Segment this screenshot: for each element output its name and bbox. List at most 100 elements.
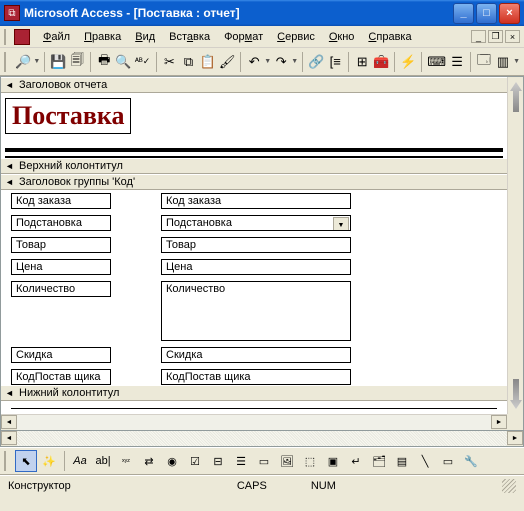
field-quantity[interactable]: Количество bbox=[161, 281, 351, 341]
image-tool[interactable]: 🖼 bbox=[276, 450, 298, 472]
scroll-up-icon[interactable] bbox=[510, 82, 522, 112]
button-tool[interactable]: ▭ bbox=[253, 450, 275, 472]
menu-help-label: правка bbox=[376, 31, 411, 43]
properties-button[interactable]: ☰ bbox=[448, 51, 466, 73]
vertical-scrollbar[interactable] bbox=[507, 77, 523, 414]
section-marker-icon: ◄ bbox=[5, 80, 15, 90]
toggle-tool[interactable]: ⇄ bbox=[138, 450, 160, 472]
code-button[interactable]: ⌨ bbox=[426, 51, 447, 73]
db-window-button[interactable]: 🗔 bbox=[475, 51, 493, 73]
label-order-code[interactable]: Код заказа bbox=[11, 193, 111, 209]
maximize-button[interactable]: □ bbox=[476, 3, 497, 24]
sorting-button[interactable]: [≡ bbox=[326, 51, 344, 73]
option-tool[interactable]: ◉ bbox=[161, 450, 183, 472]
new-object-button[interactable]: ▥ bbox=[494, 51, 512, 73]
scroll-down-icon[interactable] bbox=[510, 379, 522, 409]
field-list-button[interactable]: ⊞ bbox=[353, 51, 371, 73]
field-product[interactable]: Товар bbox=[161, 237, 351, 253]
rectangle-tool[interactable]: ▭ bbox=[437, 450, 459, 472]
footer-line[interactable] bbox=[11, 408, 497, 409]
menu-format[interactable]: Формат bbox=[217, 29, 270, 45]
menubar-grip[interactable] bbox=[4, 29, 10, 45]
textbox-tool[interactable]: ab| bbox=[92, 450, 114, 472]
page-footer-bar[interactable]: ◄ Нижний колонтитул bbox=[1, 385, 507, 401]
label-tool[interactable]: Aa bbox=[69, 450, 91, 472]
scroll-track[interactable] bbox=[17, 415, 491, 430]
toolbar-grip[interactable] bbox=[4, 52, 9, 72]
autoformat-button[interactable]: ⚡ bbox=[399, 51, 417, 73]
menu-tools[interactable]: Сервис bbox=[270, 29, 322, 45]
label-supplier-code[interactable]: КодПостав щика bbox=[11, 369, 111, 385]
group-header-bar[interactable]: ◄ Заголовок группы 'Код' bbox=[1, 174, 507, 190]
paste-button[interactable]: 📋 bbox=[199, 51, 217, 73]
line-tool[interactable]: ╲ bbox=[414, 450, 436, 472]
listbox-tool[interactable]: ☰ bbox=[230, 450, 252, 472]
more-tool[interactable]: 🔧 bbox=[460, 450, 482, 472]
menu-window[interactable]: Окно bbox=[322, 29, 362, 45]
label-quantity[interactable]: Количество bbox=[11, 281, 111, 297]
close-button[interactable]: × bbox=[499, 3, 520, 24]
menu-help[interactable]: Справка bbox=[361, 29, 418, 45]
outer-horizontal-scrollbar[interactable]: ◄ ► bbox=[0, 431, 524, 447]
divider-line[interactable] bbox=[5, 148, 503, 152]
field-order-code[interactable]: Код заказа bbox=[161, 193, 351, 209]
field-discount[interactable]: Скидка bbox=[161, 347, 351, 363]
label-substitution[interactable]: Подстановка bbox=[11, 215, 111, 231]
redo-button[interactable]: ↷ bbox=[272, 51, 290, 73]
mdi-restore-button[interactable]: ❐ bbox=[488, 30, 503, 43]
pagebreak-tool[interactable]: ↵ bbox=[345, 450, 367, 472]
checkbox-tool[interactable]: ☑ bbox=[184, 450, 206, 472]
unbound-frame-tool[interactable]: ⬚ bbox=[299, 450, 321, 472]
page-header-bar[interactable]: ◄ Верхний колонтитул bbox=[1, 158, 507, 174]
field-substitution[interactable]: Подстановка bbox=[161, 215, 351, 231]
scroll-right-button[interactable]: ► bbox=[507, 431, 523, 445]
format-painter-button[interactable]: 🖌 bbox=[218, 51, 237, 73]
divider-line-2[interactable] bbox=[5, 156, 503, 158]
cut-button[interactable]: ✂ bbox=[160, 51, 178, 73]
scroll-left-button[interactable]: ◄ bbox=[1, 431, 17, 445]
app-icon: ⧉ bbox=[4, 5, 20, 21]
inner-horizontal-scrollbar[interactable]: ◄ ► bbox=[1, 414, 507, 430]
scroll-right-button[interactable]: ► bbox=[491, 415, 507, 429]
subform-tool[interactable]: ▤ bbox=[391, 450, 413, 472]
page-footer-body[interactable] bbox=[1, 401, 507, 414]
preview-button[interactable]: 🔍 bbox=[114, 51, 132, 73]
group-tool[interactable]: ˣʸᶻ bbox=[115, 450, 137, 472]
save-button[interactable]: 💾 bbox=[49, 51, 67, 73]
menu-edit[interactable]: Правка bbox=[77, 29, 128, 45]
resize-grip-icon[interactable] bbox=[502, 479, 516, 493]
minimize-button[interactable]: _ bbox=[453, 3, 474, 24]
scroll-left-button[interactable]: ◄ bbox=[1, 415, 17, 429]
doc-icon[interactable] bbox=[14, 29, 30, 45]
scroll-track[interactable] bbox=[17, 431, 507, 446]
select-tool[interactable]: ⬉ bbox=[15, 450, 37, 472]
label-price[interactable]: Цена bbox=[11, 259, 111, 275]
label-product[interactable]: Товар bbox=[11, 237, 111, 253]
field-supplier-code[interactable]: КодПостав щика bbox=[161, 369, 351, 385]
combobox-tool[interactable]: ⊟ bbox=[207, 450, 229, 472]
menu-file[interactable]: Файл bbox=[36, 29, 77, 45]
menu-view[interactable]: Вид bbox=[128, 29, 162, 45]
insert-link-button[interactable]: 🔗 bbox=[307, 51, 325, 73]
report-title-control[interactable]: Поставка bbox=[5, 98, 131, 134]
copy-button[interactable]: ⧉ bbox=[180, 51, 198, 73]
wizard-tool[interactable]: ✨ bbox=[38, 450, 60, 472]
spell-button[interactable]: ᴬᴮ✓ bbox=[134, 51, 152, 73]
print-button[interactable]: 🖶 bbox=[95, 51, 113, 73]
toolbox-toggle-button[interactable]: 🧰 bbox=[372, 51, 390, 73]
label-discount[interactable]: Скидка bbox=[11, 347, 111, 363]
group-header-body[interactable]: Код заказа Код заказа Подстановка Подста… bbox=[1, 190, 507, 385]
tab-tool[interactable]: 🗂 bbox=[368, 450, 390, 472]
toolbox-grip[interactable] bbox=[4, 451, 10, 471]
mdi-close-button[interactable]: × bbox=[505, 30, 520, 43]
menu-insert[interactable]: Вставка bbox=[162, 29, 217, 45]
report-header-bar[interactable]: ◄ Заголовок отчета bbox=[1, 77, 507, 93]
page-footer-label: Нижний колонтитул bbox=[19, 387, 119, 399]
undo-button[interactable]: ↶ bbox=[245, 51, 263, 73]
bound-frame-tool[interactable]: ▣ bbox=[322, 450, 344, 472]
view-button[interactable]: 🔎 bbox=[14, 51, 32, 73]
field-price[interactable]: Цена bbox=[161, 259, 351, 275]
mdi-minimize-button[interactable]: _ bbox=[471, 30, 486, 43]
report-header-body[interactable]: Поставка bbox=[1, 93, 507, 158]
search-button[interactable]: 🗐 bbox=[68, 51, 86, 73]
